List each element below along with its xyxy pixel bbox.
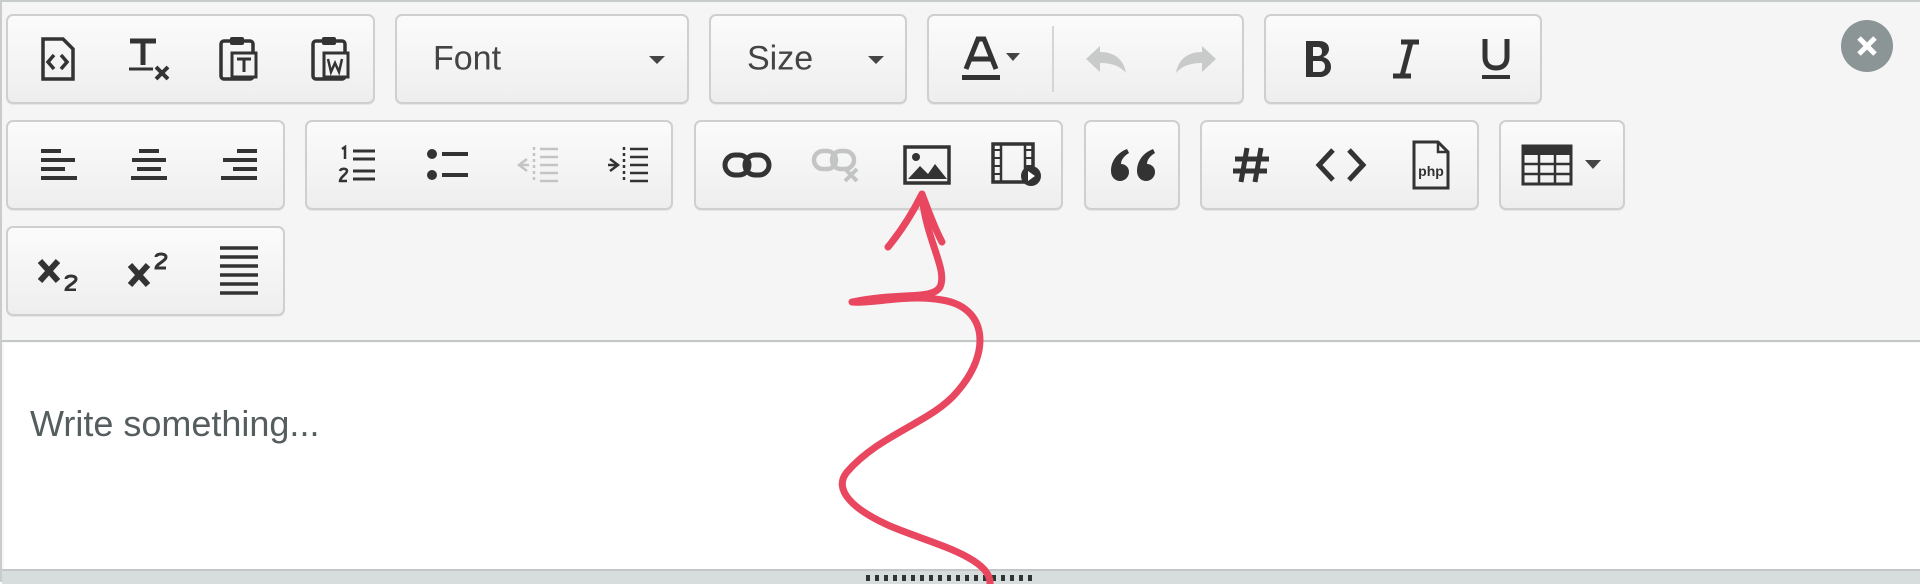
image-button[interactable] [886, 122, 968, 208]
toolbar-group-quote [1084, 120, 1180, 210]
superscript-icon [127, 252, 168, 288]
size-dropdown-label: Size [747, 39, 814, 78]
table-icon [1521, 144, 1573, 186]
video-icon [991, 142, 1041, 186]
indent-button[interactable] [587, 122, 669, 208]
close-circle-icon [1857, 36, 1877, 56]
size-dropdown[interactable]: Size [709, 14, 907, 104]
hashtag-button[interactable] [1210, 122, 1292, 208]
underline-button[interactable] [1456, 16, 1536, 102]
php-icon: php [1412, 140, 1450, 190]
unlink-icon [811, 148, 859, 183]
ordered-list-icon [338, 145, 375, 183]
blockquote-button[interactable] [1092, 122, 1172, 208]
unordered-list-button[interactable] [407, 122, 489, 208]
align-right-icon [221, 149, 257, 180]
code-icon [1315, 148, 1367, 182]
editor-toolbar: Font Size php [2, 2, 1920, 342]
bold-button[interactable] [1278, 16, 1358, 102]
align-center-button[interactable] [106, 122, 192, 208]
superscript-button[interactable] [106, 228, 192, 314]
editor-content-area[interactable]: Write something... [4, 343, 1920, 569]
align-left-icon [41, 149, 77, 180]
link-button[interactable] [706, 122, 788, 208]
justify-icon [220, 246, 258, 295]
font-dropdown-label: Font [433, 39, 502, 78]
chevron-down-icon [649, 56, 665, 64]
paste-word-icon [311, 37, 350, 81]
toolbar-group-lists [305, 120, 673, 210]
toolbar-group-scripts [6, 226, 285, 316]
editor-placeholder: Write something... [30, 403, 320, 444]
align-center-icon [131, 149, 167, 180]
redo-button[interactable] [1161, 16, 1231, 102]
svg-text:php: php [1418, 163, 1444, 179]
code-button[interactable] [1300, 122, 1382, 208]
blockquote-icon [1111, 149, 1155, 181]
bold-icon [1306, 41, 1331, 77]
paste-text-icon [219, 37, 258, 81]
font-color-button[interactable] [947, 16, 1039, 102]
underline-icon [1482, 39, 1510, 79]
hashtag-icon [1233, 147, 1269, 183]
remove-format-icon [129, 38, 170, 81]
source-code-button[interactable] [16, 16, 98, 102]
link-icon [722, 152, 772, 178]
italic-icon [1393, 39, 1419, 79]
remove-format-button[interactable] [108, 16, 190, 102]
toolbar-group-align [6, 120, 285, 210]
video-button[interactable] [976, 122, 1058, 208]
php-button[interactable]: php [1390, 122, 1472, 208]
toolbar-group-basic-styles [1264, 14, 1542, 104]
resize-grip-icon[interactable] [866, 575, 1032, 581]
subscript-button[interactable] [16, 228, 102, 314]
indent-icon [608, 147, 648, 183]
chevron-down-icon [868, 56, 884, 64]
image-icon [903, 145, 951, 185]
undo-button[interactable] [1071, 16, 1141, 102]
paste-text-button[interactable] [198, 16, 280, 102]
toolbar-group-links-media [694, 120, 1063, 210]
subscript-icon [37, 258, 78, 291]
table-dropdown[interactable] [1499, 120, 1625, 210]
unlink-button[interactable] [796, 122, 878, 208]
toolbar-separator [1052, 26, 1054, 92]
toolbar-group-clipboard [6, 14, 375, 104]
toolbar-group-color-history [927, 14, 1244, 104]
toolbar-group-code: php [1200, 120, 1479, 210]
close-button[interactable] [1841, 20, 1893, 72]
source-code-icon [41, 37, 75, 81]
chevron-down-icon [1585, 160, 1601, 169]
unordered-list-icon [427, 149, 468, 180]
redo-icon [1176, 46, 1216, 73]
align-left-button[interactable] [16, 122, 102, 208]
font-dropdown[interactable]: Font [395, 14, 689, 104]
rich-text-editor: Font Size php Write something... [0, 0, 1920, 584]
align-right-button[interactable] [196, 122, 282, 208]
font-color-icon [962, 36, 1020, 80]
outdent-button[interactable] [497, 122, 579, 208]
undo-icon [1086, 46, 1126, 73]
paste-word-button[interactable] [290, 16, 372, 102]
ordered-list-button[interactable] [317, 122, 399, 208]
justify-button[interactable] [196, 228, 282, 314]
italic-button[interactable] [1366, 16, 1446, 102]
outdent-icon [516, 147, 558, 183]
